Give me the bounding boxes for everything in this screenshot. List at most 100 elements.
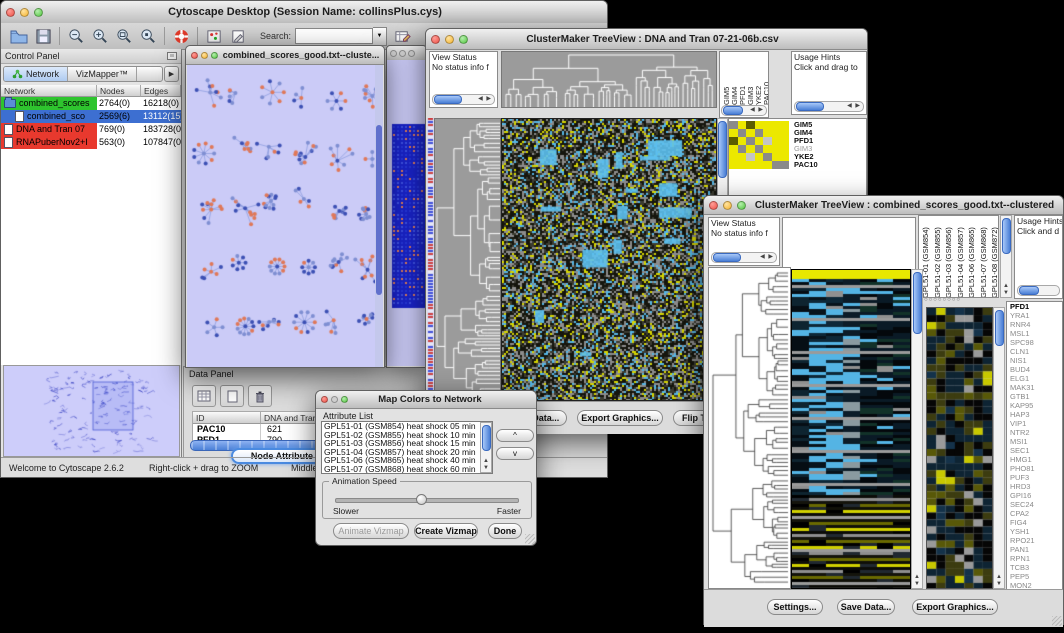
network-canvas[interactable] xyxy=(187,65,383,367)
scrollbar-thumb[interactable] xyxy=(376,125,382,295)
search-input[interactable] xyxy=(295,28,373,44)
scrollbar-thumb[interactable] xyxy=(713,253,741,262)
table-mode-button[interactable] xyxy=(192,385,216,407)
global-heatmap[interactable] xyxy=(501,118,717,401)
gene-label[interactable]: SPC98 xyxy=(1007,338,1062,347)
scroll-arrows-icon[interactable]: ▲▼ xyxy=(483,458,489,472)
scrollbar-thumb[interactable] xyxy=(995,310,1004,346)
gene-label[interactable]: PEP5 xyxy=(1007,572,1062,581)
scroll-arrows-icon[interactable]: ◀ ▶ xyxy=(760,253,776,262)
attribute-list-item[interactable]: GPL51-07 (GSM868) heat shock 60 min xyxy=(322,465,492,474)
dialog-button[interactable]: Done xyxy=(488,523,522,539)
gene-label[interactable]: YSH1 xyxy=(1007,527,1062,536)
scrollbar-thumb[interactable] xyxy=(913,272,922,334)
row-label[interactable]: PAC10 xyxy=(794,161,834,169)
dialog-titlebar[interactable]: Map Colors to Network xyxy=(316,391,536,409)
birdseye-view[interactable] xyxy=(3,365,180,457)
heatmap-cell[interactable] xyxy=(738,161,747,169)
attribute-list[interactable]: GPL51-01 (GSM854) heat shock 05 minGPL51… xyxy=(321,421,493,474)
search-dropdown-button[interactable]: ▼ xyxy=(373,27,387,46)
close-icon[interactable] xyxy=(709,201,718,210)
gene-label[interactable]: ELG1 xyxy=(1007,374,1062,383)
heatmap-cell[interactable] xyxy=(755,121,764,129)
usage-hints-scrollbar[interactable]: ◀ ▶ xyxy=(794,101,864,112)
open-file-button[interactable] xyxy=(7,25,31,47)
heatmap-cell[interactable] xyxy=(772,161,781,169)
heatmap-cell[interactable] xyxy=(729,161,738,169)
column-label[interactable]: GPL51-06 (GSM865) xyxy=(967,217,979,298)
tab-network[interactable]: Network xyxy=(4,67,68,81)
resize-grip[interactable] xyxy=(525,534,535,544)
minimize-icon[interactable] xyxy=(399,50,406,57)
heatmap-cell[interactable] xyxy=(772,129,781,137)
gene-label[interactable]: HRD3 xyxy=(1007,482,1062,491)
gene-label[interactable]: RPO21 xyxy=(1007,536,1062,545)
dialog-button[interactable]: Create Vizmap xyxy=(414,523,478,539)
minimize-icon[interactable] xyxy=(20,8,29,17)
new-attribute-button[interactable] xyxy=(220,385,244,407)
vizmapper-icon-button[interactable] xyxy=(202,25,226,47)
heatmap-vscrollbar[interactable]: ▲▼ xyxy=(911,269,923,589)
treeview2-titlebar[interactable]: ClusterMaker TreeView : combined_scores_… xyxy=(704,196,1063,215)
treeview2-button[interactable]: Export Graphics... xyxy=(912,599,998,615)
treeview2-button[interactable]: Settings... xyxy=(767,599,823,615)
gene-label[interactable]: MSI1 xyxy=(1007,437,1062,446)
scrollbar-thumb[interactable] xyxy=(1019,286,1039,295)
zoom-in-button[interactable] xyxy=(88,25,112,47)
heatmap-cell[interactable] xyxy=(746,129,755,137)
minimize-icon[interactable] xyxy=(723,201,732,210)
gene-label[interactable]: GPI16 xyxy=(1007,491,1062,500)
column-label[interactable]: GPL51-08 (GSM872) xyxy=(990,217,999,298)
column-label[interactable]: PAC10 xyxy=(762,53,769,105)
gene-label[interactable]: NIS1 xyxy=(1007,356,1062,365)
heatmap-cell[interactable] xyxy=(738,121,747,129)
zoom-selected-button[interactable] xyxy=(136,25,160,47)
slider-thumb[interactable] xyxy=(416,494,427,505)
dense-network-canvas[interactable] xyxy=(387,60,428,366)
scrollbar-thumb[interactable] xyxy=(718,121,727,178)
heatmap-cell[interactable] xyxy=(755,129,764,137)
treeview1-titlebar[interactable]: ClusterMaker TreeView : DNA and Tran 07-… xyxy=(426,29,867,50)
global-heatmap-canvas[interactable] xyxy=(792,270,910,589)
heatmap-cell[interactable] xyxy=(763,145,772,153)
heatmap-cell[interactable] xyxy=(738,137,747,145)
column-header-network[interactable]: Network xyxy=(1,85,97,97)
heatmap-cell[interactable] xyxy=(780,121,789,129)
heatmap-cell[interactable] xyxy=(738,153,747,161)
heatmap-cell[interactable] xyxy=(746,161,755,169)
row-dendrogram[interactable] xyxy=(708,267,791,589)
heatmap-cell[interactable] xyxy=(772,137,781,145)
network-vscrollbar[interactable] xyxy=(375,65,383,367)
gene-label[interactable]: HAP3 xyxy=(1007,410,1062,419)
gene-label[interactable]: YRA1 xyxy=(1007,311,1062,320)
scroll-arrows-icon[interactable]: ◀ ▶ xyxy=(478,95,494,104)
column-header-edges[interactable]: Edges xyxy=(141,85,181,97)
heatmap-cell[interactable] xyxy=(729,129,738,137)
gene-label[interactable]: PUF3 xyxy=(1007,473,1062,482)
labels-vscrollbar[interactable]: ▲▼ xyxy=(1000,215,1012,298)
close-icon[interactable] xyxy=(321,396,328,403)
gene-label[interactable]: RPN1 xyxy=(1007,554,1062,563)
column-label[interactable]: GPL51-07 (GSM868) xyxy=(979,217,991,298)
scroll-arrows-icon[interactable]: ▲▼ xyxy=(1003,283,1009,297)
scroll-arrows-icon[interactable]: ▲▼ xyxy=(914,574,920,588)
global-heatmap[interactable] xyxy=(791,269,911,589)
heatmap-cell[interactable] xyxy=(729,145,738,153)
save-button[interactable] xyxy=(31,25,55,47)
resize-grip[interactable] xyxy=(1052,616,1062,626)
view-status-scrollbar[interactable]: ◀ ▶ xyxy=(432,94,495,105)
zoom-heatmap-canvas[interactable] xyxy=(927,308,992,588)
scrollbar-thumb[interactable] xyxy=(482,425,491,451)
minimize-icon[interactable] xyxy=(331,396,338,403)
treeview2-button[interactable]: Save Data... xyxy=(837,599,895,615)
tab-vizmapper[interactable]: VizMapper™ xyxy=(68,67,137,81)
heatmap-cell[interactable] xyxy=(780,137,789,145)
heatmap-cell[interactable] xyxy=(746,137,755,145)
heatmap-cell[interactable] xyxy=(772,145,781,153)
row-dendrogram[interactable] xyxy=(434,118,501,401)
help-lifesaver-button[interactable] xyxy=(169,25,193,47)
network-table-row[interactable]: DNA and Tran 07769(0)183728(0) xyxy=(1,123,181,136)
heatmap-cell[interactable] xyxy=(755,137,764,145)
network-table-row[interactable]: combined_scores2764(0)16218(0) xyxy=(1,97,181,110)
column-header-nodes[interactable]: Nodes xyxy=(97,85,141,97)
